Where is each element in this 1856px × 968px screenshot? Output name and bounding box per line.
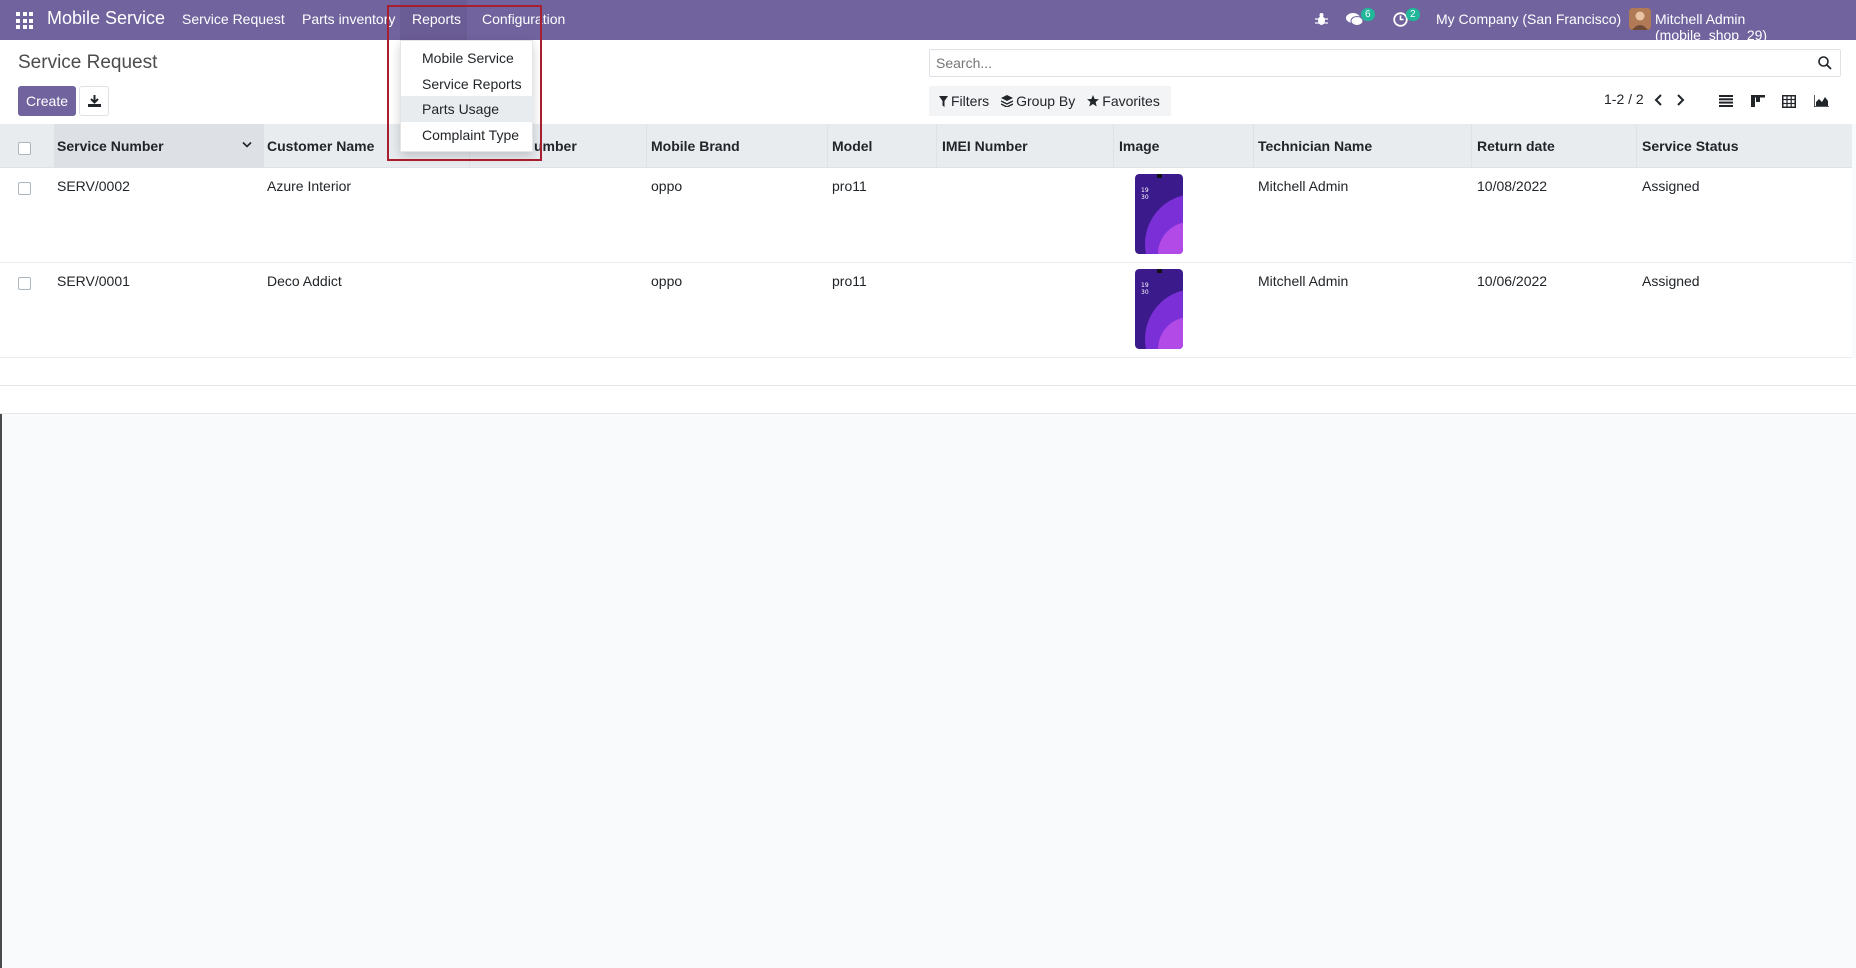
control-panel: Service Request Create Filters Group By — [0, 40, 1856, 124]
cell-mobile-brand: oppo — [651, 178, 683, 194]
menu-item-parts-usage[interactable]: Parts Usage — [401, 96, 534, 122]
kanban-view-icon — [1751, 95, 1765, 107]
column-technician-name[interactable]: Technician Name — [1258, 138, 1372, 154]
cell-customer-name: Deco Addict — [267, 273, 342, 289]
row-checkbox[interactable] — [18, 277, 31, 290]
column-separator — [1471, 124, 1472, 168]
menu-service-request[interactable]: Service Request — [182, 11, 285, 27]
graph-view-button[interactable] — [1807, 89, 1835, 113]
activities-count-badge: 2 — [1406, 8, 1420, 21]
download-icon — [87, 95, 101, 107]
apps-grid-icon[interactable] — [16, 12, 33, 29]
column-partially-hidden[interactable]: umber — [534, 138, 577, 154]
filter-funnel-icon — [939, 95, 948, 107]
menu-parts-inventory[interactable]: Parts inventory — [302, 11, 395, 27]
cell-technician-name: Mitchell Admin — [1258, 273, 1349, 289]
filters-label: Filters — [951, 93, 990, 109]
search-options-bar: Filters Group By Favorites — [929, 86, 1171, 116]
top-navbar: Mobile Service Service Request Parts inv… — [0, 0, 1856, 43]
menu-configuration[interactable]: Configuration — [482, 11, 565, 27]
table-grid-icon — [1782, 94, 1796, 108]
pager-previous-icon[interactable] — [1653, 93, 1665, 107]
svg-text:19: 19 — [1141, 282, 1149, 289]
layers-icon — [1001, 95, 1014, 107]
column-separator — [263, 124, 264, 168]
pager-value[interactable]: 1-2 / 2 — [1604, 91, 1644, 107]
column-separator — [1253, 124, 1254, 168]
cell-return-date: 10/06/2022 — [1477, 273, 1548, 289]
table-row[interactable]: SERV/0001 Deco Addict oppo pro11 19 30 M… — [0, 263, 1852, 358]
cell-service-number: SERV/0002 — [57, 178, 130, 194]
column-return-date[interactable]: Return date — [1477, 138, 1555, 154]
column-service-status[interactable]: Service Status — [1642, 138, 1739, 154]
phone-image: 19 30 — [1135, 269, 1183, 349]
column-separator — [1636, 124, 1637, 168]
empty-table-row — [0, 386, 1856, 414]
menu-reports[interactable]: Reports — [412, 11, 461, 27]
menu-item-complaint-type[interactable]: Complaint Type — [401, 122, 534, 148]
search-bar — [929, 49, 1841, 77]
menu-item-mobile-service[interactable]: Mobile Service — [401, 45, 534, 71]
column-model[interactable]: Model — [832, 138, 872, 154]
cell-model: pro11 — [832, 178, 867, 194]
cell-customer-name: Azure Interior — [267, 178, 352, 194]
kanban-view-button[interactable] — [1744, 89, 1772, 113]
column-separator — [936, 124, 937, 168]
user-avatar[interactable] — [1629, 8, 1651, 30]
user-menu[interactable]: Mitchell Admin (mobile_shop_29) — [1655, 11, 1856, 43]
group-by-label: Group By — [1016, 93, 1076, 109]
column-separator — [646, 124, 647, 168]
svg-text:19: 19 — [1141, 187, 1149, 194]
page-title[interactable]: Service Request — [18, 52, 157, 74]
list-view-icon — [1719, 95, 1733, 107]
row-checkbox[interactable] — [18, 182, 31, 195]
cell-service-status: Assigned — [1642, 273, 1700, 289]
column-service-number[interactable]: Service Number — [57, 138, 164, 154]
column-imei-number[interactable]: IMEI Number — [942, 138, 1028, 154]
create-button[interactable]: Create — [18, 86, 76, 116]
phone-image: 19 30 — [1135, 174, 1183, 254]
column-mobile-brand[interactable]: Mobile Brand — [651, 138, 740, 154]
column-image[interactable]: Image — [1119, 138, 1159, 154]
reports-dropdown-menu: Mobile Service Service Reports Parts Usa… — [400, 40, 534, 152]
area-chart-icon — [1813, 95, 1829, 107]
select-all-checkbox[interactable] — [18, 142, 31, 155]
cell-mobile-brand: oppo — [651, 273, 683, 289]
cell-return-date: 10/08/2022 — [1477, 178, 1548, 194]
favorites-button[interactable]: Favorites — [1081, 86, 1166, 116]
menu-item-service-reports[interactable]: Service Reports — [401, 71, 534, 97]
column-separator — [827, 124, 828, 168]
company-switcher[interactable]: My Company (San Francisco) — [1436, 11, 1621, 27]
empty-table-row — [0, 358, 1856, 386]
cell-service-status: Assigned — [1642, 178, 1700, 194]
table-row[interactable]: SERV/0002 Azure Interior oppo pro11 19 3… — [0, 168, 1852, 263]
pivot-view-button[interactable] — [1775, 89, 1803, 113]
table-header: Service Number Customer Name umber Mobil… — [0, 124, 1852, 168]
column-separator — [1113, 124, 1114, 168]
favorites-label: Favorites — [1102, 93, 1160, 109]
svg-text:30: 30 — [1141, 289, 1149, 296]
star-icon — [1087, 95, 1100, 107]
cell-service-number: SERV/0001 — [57, 273, 130, 289]
cell-model: pro11 — [832, 273, 867, 289]
pager-next-icon[interactable] — [1674, 93, 1686, 107]
search-input[interactable] — [930, 50, 1840, 76]
cell-technician-name: Mitchell Admin — [1258, 178, 1349, 194]
column-customer-name[interactable]: Customer Name — [267, 138, 374, 154]
app-name[interactable]: Mobile Service — [47, 8, 165, 29]
filters-button[interactable]: Filters — [933, 86, 995, 116]
group-by-button[interactable]: Group By — [995, 86, 1081, 116]
list-view-button[interactable] — [1712, 89, 1740, 113]
export-download-button[interactable] — [79, 86, 109, 116]
svg-text:30: 30 — [1141, 194, 1149, 201]
debug-bug-icon[interactable] — [1315, 12, 1328, 26]
search-icon[interactable] — [1818, 56, 1832, 70]
messages-count-badge: 6 — [1361, 8, 1375, 21]
chevron-down-icon[interactable] — [242, 141, 252, 149]
